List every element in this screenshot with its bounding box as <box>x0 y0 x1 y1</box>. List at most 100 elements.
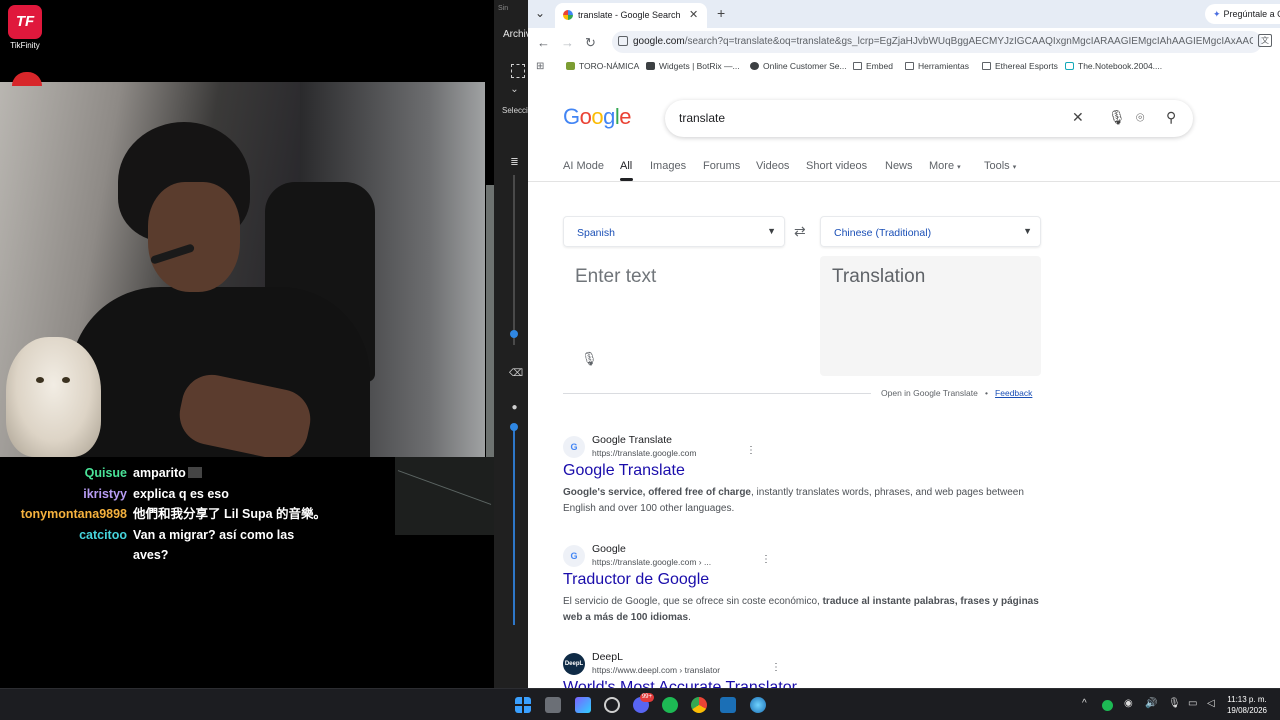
tikfinity-shortcut[interactable]: TF TikFinity <box>8 5 44 50</box>
speaker-icon[interactable]: ◁ <box>1207 698 1215 709</box>
tab-ai-mode[interactable]: AI Mode <box>563 160 604 172</box>
result-title[interactable]: World's Most Accurate Translator <box>563 679 797 688</box>
google-header: Google translate ✕ 🎙 ⌾ ⚲ AI Mode All Ima… <box>528 78 1280 182</box>
separator: • <box>984 388 988 398</box>
folder-icon <box>853 62 862 70</box>
app-shortcut-icon[interactable] <box>12 72 42 86</box>
layers-icon[interactable]: ≣ <box>509 157 520 168</box>
discord-icon[interactable]: 99+ <box>633 693 654 713</box>
windows-start-icon[interactable] <box>515 697 531 713</box>
search-input[interactable]: translate ✕ 🎙 ⌾ ⚲ <box>665 100 1193 137</box>
result-title[interactable]: Traductor de Google <box>563 571 709 589</box>
url-field[interactable]: google.com/search?q=translate&oq=transla… <box>612 31 1262 53</box>
clear-icon[interactable]: ✕ <box>1072 109 1084 126</box>
chevron-down-icon[interactable]: ⌄ <box>509 84 520 95</box>
swap-languages-icon[interactable]: ⇄ <box>794 223 806 240</box>
result-url[interactable]: https://translate.google.com › ... <box>592 557 711 567</box>
source-placeholder: Enter text <box>575 266 657 287</box>
tray-chevron-icon[interactable]: ^ <box>1082 698 1087 709</box>
chat-text: 他們和我分享了 Lil Supa 的音樂。 <box>133 507 327 521</box>
snippet-text: El servicio de Google, que se ofrece sin… <box>563 596 823 607</box>
streamer-face <box>148 182 240 292</box>
google-logo[interactable]: Google <box>563 104 632 130</box>
paint-tab-title[interactable]: Sin <box>498 5 508 12</box>
search-icon[interactable]: ⚲ <box>1166 109 1176 126</box>
webcam-edge <box>486 185 494 457</box>
obs-app-icon[interactable] <box>575 697 591 713</box>
size-slider[interactable] <box>513 175 515 345</box>
browser-tab[interactable]: translate - Google Search ✕ <box>555 3 707 28</box>
microphone-icon[interactable]: 🎙 <box>1108 109 1126 126</box>
tab-search-chevron-icon[interactable]: ⌄ <box>535 6 545 20</box>
more-options-icon[interactable]: ⋮ <box>746 445 756 456</box>
caret-down-icon: ▼ <box>1023 226 1032 236</box>
slider-thumb[interactable] <box>510 330 518 338</box>
tab-tools[interactable]: Tools ▾ <box>984 160 1016 172</box>
bookmark-item[interactable]: The.Notebook.2004.... <box>1065 61 1162 71</box>
forward-icon[interactable]: → <box>561 35 574 50</box>
paint-file-menu[interactable]: Archiv <box>503 29 528 40</box>
network-icon[interactable]: ▭ <box>1188 698 1197 709</box>
tab-images[interactable]: Images <box>650 160 686 172</box>
task-view-icon[interactable] <box>545 697 561 713</box>
selection-tool-icon[interactable] <box>511 64 525 78</box>
eraser-icon[interactable]: ⌫ <box>509 368 523 379</box>
back-icon[interactable]: ← <box>537 35 550 50</box>
steam-icon[interactable] <box>720 697 736 713</box>
bookmark-item[interactable]: Online Customer Se... <box>750 61 847 71</box>
result-url[interactable]: https://translate.google.com <box>592 448 696 458</box>
microphone-tray-icon[interactable]: 🎙 <box>1168 698 1181 709</box>
bookmark-item[interactable]: Widgets | BotRix —... <box>646 61 740 71</box>
chat-message: tonymontana9898 他們和我分享了 Lil Supa 的音樂。 <box>0 504 390 525</box>
open-in-translate-link[interactable]: Open in Google Translate <box>881 388 978 398</box>
tab-news[interactable]: News <box>885 160 913 172</box>
search-query: translate <box>679 111 726 125</box>
bookmark-folder[interactable]: Herramientas <box>905 61 969 71</box>
apps-grid-icon[interactable]: ⊞ <box>536 61 544 72</box>
spotify-tray-icon[interactable] <box>1102 700 1113 711</box>
translate-page-icon[interactable]: 文 <box>1258 34 1272 47</box>
microphone-icon[interactable]: 🎙 <box>581 351 598 367</box>
snippet-bold: Google's service, offered free of charge <box>563 487 751 498</box>
app-icon[interactable] <box>604 697 620 713</box>
stream-overlay: TF TikFinity Quisue amparito ikristyy ex… <box>0 0 494 688</box>
camera-lens-icon[interactable]: ⌾ <box>1136 109 1144 126</box>
tab-more[interactable]: More ▾ <box>929 160 961 172</box>
new-tab-icon[interactable]: + <box>717 5 725 21</box>
discord-tray-icon[interactable]: ◉ <box>1124 698 1133 709</box>
more-options-icon[interactable]: ⋮ <box>771 662 781 673</box>
bookmark-favicon-icon <box>566 62 575 70</box>
app-icon[interactable] <box>750 697 766 713</box>
bookmark-folder[interactable]: Ethereal Esports <box>982 61 1058 71</box>
tab-forums[interactable]: Forums <box>703 160 740 172</box>
more-options-icon[interactable]: ⋮ <box>761 554 771 565</box>
url-path: /search?q=translate&oq=translate&gs_lcrp… <box>684 36 1253 47</box>
logo-letter: o <box>591 104 604 129</box>
result-site-name[interactable]: Google <box>592 543 626 555</box>
volume-icon[interactable]: 🔊 <box>1145 698 1157 709</box>
feedback-link[interactable]: Feedback <box>995 388 1032 398</box>
clock[interactable]: 11:13 p. m. 19/08/2026 <box>1224 694 1270 716</box>
spotify-icon[interactable] <box>662 697 678 713</box>
opacity-slider[interactable] <box>513 430 515 625</box>
result-title[interactable]: Google Translate <box>563 462 685 480</box>
opacity-icon[interactable]: ● <box>509 402 520 413</box>
target-language-select[interactable]: Chinese (Traditional) ▼ <box>820 216 1041 247</box>
bookmark-item[interactable]: TORO-NÁMICA <box>566 61 639 71</box>
tab-all[interactable]: All <box>620 160 632 172</box>
source-language-select[interactable]: Spanish ▼ <box>563 216 785 247</box>
tab-videos[interactable]: Videos <box>756 160 789 172</box>
close-icon[interactable]: ✕ <box>689 8 698 21</box>
result-site-name[interactable]: Google Translate <box>592 434 672 446</box>
chat-text: explica q es eso <box>133 486 229 501</box>
tab-short-videos[interactable]: Short videos <box>806 160 867 172</box>
result-site-name[interactable]: DeepL <box>592 651 623 663</box>
site-info-icon[interactable] <box>618 36 628 46</box>
slider-thumb[interactable] <box>510 423 518 431</box>
reload-icon[interactable]: ↻ <box>585 35 596 51</box>
chrome-icon[interactable] <box>691 697 707 713</box>
source-text-input[interactable]: Enter text 🎙 <box>563 256 785 376</box>
result-url[interactable]: https://www.deepl.com › translator <box>592 665 720 675</box>
bookmark-folder[interactable]: Embed <box>853 61 893 71</box>
gemini-button[interactable]: ✦ Pregúntale a G <box>1205 4 1280 24</box>
